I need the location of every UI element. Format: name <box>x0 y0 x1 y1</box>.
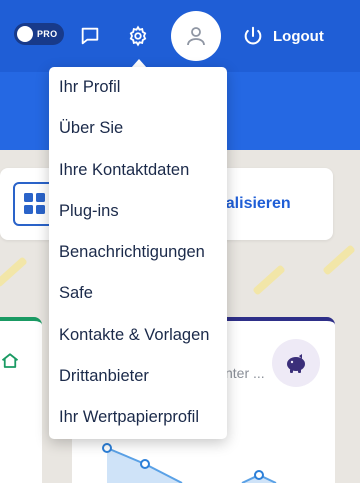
logout-button[interactable]: Logout <box>242 24 324 48</box>
settings-dropdown-menu: Ihr Profil Über Sie Ihre Kontaktdaten Pl… <box>49 67 227 439</box>
house-icon <box>0 348 20 374</box>
grid-icon <box>24 193 45 214</box>
widget-card-left <box>0 317 42 483</box>
piggy-bank-icon <box>272 339 320 387</box>
menu-item-about-you[interactable]: Über Sie <box>49 108 227 149</box>
menu-item-notifications[interactable]: Benachrichtigungen <box>49 232 227 273</box>
pro-label: PRO <box>37 29 58 39</box>
user-icon <box>187 27 205 46</box>
widget-title: nter ... <box>225 365 265 381</box>
pro-toggle-knob <box>17 26 33 42</box>
menu-item-contacts-templates[interactable]: Kontakte & Vorlagen <box>49 315 227 356</box>
menu-item-securities-profile[interactable]: Ihr Wertpapierprofil <box>49 397 227 438</box>
personalize-link[interactable]: nalisieren <box>216 195 291 213</box>
menu-item-safe[interactable]: Safe <box>49 273 227 314</box>
gear-icon[interactable] <box>125 23 151 49</box>
menu-item-third-party[interactable]: Drittanbieter <box>49 356 227 397</box>
logout-label: Logout <box>273 27 324 45</box>
menu-item-plugins[interactable]: Plug-ins <box>49 191 227 232</box>
pro-toggle[interactable]: PRO <box>14 23 64 45</box>
chat-icon[interactable] <box>77 23 103 49</box>
menu-item-profile[interactable]: Ihr Profil <box>49 67 227 108</box>
power-icon <box>244 26 262 45</box>
user-avatar[interactable] <box>171 11 221 61</box>
menu-item-contact-details[interactable]: Ihre Kontaktdaten <box>49 150 227 191</box>
